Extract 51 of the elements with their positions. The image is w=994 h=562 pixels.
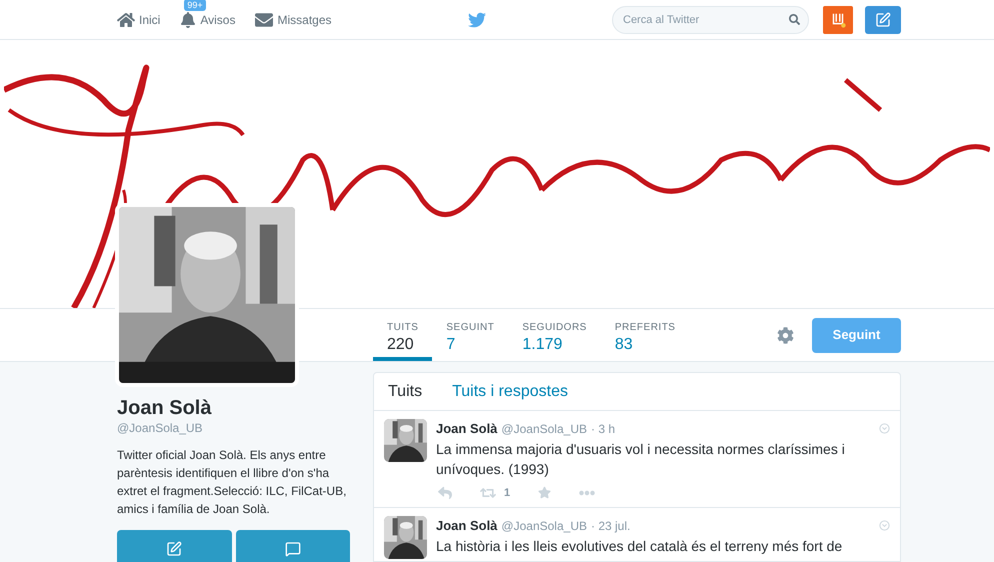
- profile-stat-tab[interactable]: TUITS 220: [373, 309, 432, 361]
- compose-icon: [166, 541, 182, 557]
- nav-link[interactable]: Missatges: [255, 10, 332, 28]
- tweet-text: La immensa majoria d'usuaris vol i necessita normes claríssimes i unívoques. (1993): [436, 440, 846, 478]
- tweet-time[interactable]: · 23 jul.: [591, 516, 630, 535]
- menu-icon[interactable]: [879, 423, 890, 434]
- app-icon[interactable]: [823, 6, 853, 34]
- stat-value: 7: [446, 335, 456, 355]
- tweet-author[interactable]: Joan Solà: [436, 419, 498, 438]
- tweet-time[interactable]: · 3 h: [591, 420, 616, 438]
- profile-handle: @JoanSola_UB: [117, 420, 204, 436]
- compose-button[interactable]: [865, 6, 901, 34]
- settings-icon[interactable]: [777, 326, 794, 344]
- search-field[interactable]: Cerca al Twitter: [612, 6, 809, 34]
- stat-label: TUITS: [387, 321, 418, 335]
- reply-icon[interactable]: [438, 486, 452, 500]
- bell-icon: [180, 12, 196, 28]
- stat-label: SEGUINT: [446, 321, 494, 335]
- home-icon: [117, 10, 135, 28]
- tweet-handle: @JoanSola_UB: [501, 420, 587, 438]
- compose-icon: [875, 12, 891, 28]
- retweet-count: 1: [504, 486, 510, 500]
- profile-bio: Twitter oficial Joan Solà. Els anys entre parèntesis identifiquen el llibre d'on s'ha extret el fragment.Selecció: ILC, FilCat-UB, amics i família de Joan Solà.: [117, 447, 348, 518]
- search-icon[interactable]: [789, 14, 800, 24]
- tweet-handle: @JoanSola_UB: [501, 518, 587, 535]
- profile-stat-tab[interactable]: PREFERITS 83: [600, 309, 690, 361]
- tweet-avatar[interactable]: [384, 419, 427, 462]
- nav-link[interactable]: Inici: [117, 10, 160, 28]
- notification-badge: 99+: [184, 0, 206, 10]
- profile-stat-tab[interactable]: SEGUINT 7: [432, 309, 508, 361]
- tweet-avatar[interactable]: [384, 516, 427, 559]
- favorite-icon[interactable]: [538, 486, 552, 500]
- following-button[interactable]: Seguint: [812, 318, 901, 352]
- nav-link[interactable]: Avisos: [180, 10, 236, 28]
- timeline-tab[interactable]: Tuits: [388, 380, 422, 404]
- bird-logo-icon[interactable]: [468, 10, 486, 28]
- profile-stat-tab[interactable]: SEGUIDORS 1.179: [508, 309, 601, 361]
- message-icon: [284, 541, 301, 557]
- stat-value: 1.179: [522, 335, 562, 355]
- menu-icon[interactable]: [879, 520, 890, 532]
- stat-label: PREFERITS: [614, 321, 676, 335]
- stat-label: SEGUIDORS: [522, 321, 587, 335]
- tweet-text: La història i les lleis evolutives del català és el terreny més fort de: [436, 536, 844, 556]
- timeline-tab[interactable]: Tuits i respostes: [452, 380, 568, 404]
- mail-icon: [255, 10, 274, 28]
- message-button[interactable]: [236, 530, 350, 562]
- stat-value: 220: [387, 335, 414, 355]
- profile-name: Joan Solà: [117, 396, 212, 420]
- stat-value: 83: [614, 335, 633, 355]
- tweet-to-button[interactable]: [117, 530, 232, 562]
- tweet-author[interactable]: Joan Solà: [436, 516, 498, 536]
